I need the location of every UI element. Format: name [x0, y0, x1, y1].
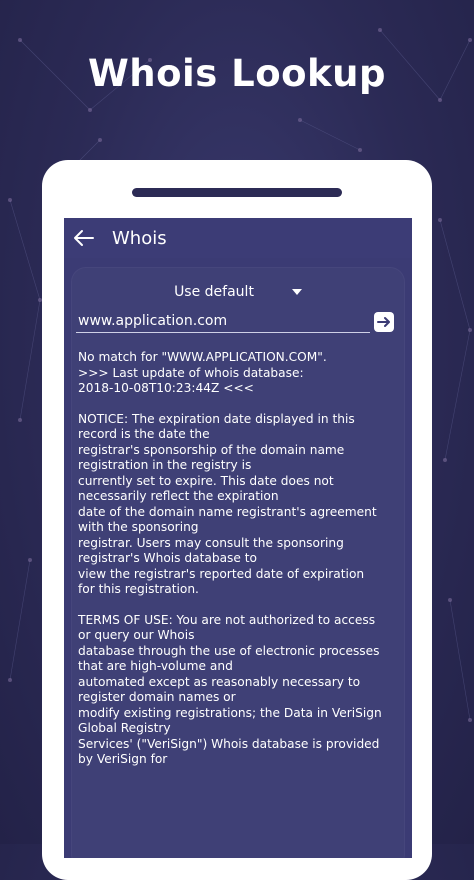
app-bar: Whois: [64, 218, 412, 258]
appbar-title: Whois: [112, 227, 167, 249]
search-row: [76, 310, 396, 336]
result-paragraph: NOTICE: The expiration date displayed in…: [78, 411, 377, 597]
server-dropdown[interactable]: Use default: [72, 280, 404, 304]
phone-frame: Whois Use default No match for "WWW.APPL…: [42, 160, 432, 880]
domain-input[interactable]: [76, 310, 370, 333]
phone-speaker: [132, 188, 342, 197]
whois-result: No match for "WWW.APPLICATION.COM". >>> …: [78, 350, 400, 783]
arrow-left-icon[interactable]: [72, 229, 94, 247]
app-screen: Whois Use default No match for "WWW.APPL…: [64, 218, 412, 858]
promo-headline: Whois Lookup: [87, 52, 386, 95]
caret-down-icon: [291, 289, 302, 295]
lookup-button[interactable]: [374, 312, 394, 332]
whois-card: Use default No match for "WWW.APPLICATIO…: [72, 268, 404, 858]
server-dropdown-value: Use default: [174, 284, 254, 300]
arrow-right-box-icon: [377, 317, 390, 327]
result-paragraph: No match for "WWW.APPLICATION.COM". >>> …: [78, 350, 327, 395]
result-paragraph: TERMS OF USE: You are not authorized to …: [78, 612, 382, 767]
